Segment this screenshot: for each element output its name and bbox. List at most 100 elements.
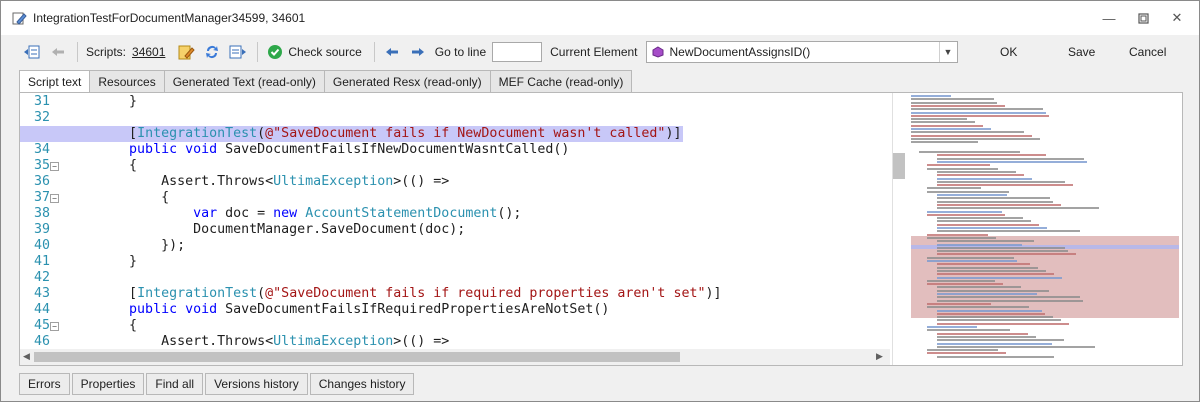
minimap-line — [927, 283, 1003, 286]
minimap-line — [927, 236, 996, 239]
toolbar-separator — [373, 42, 375, 62]
minimap-line — [937, 250, 1068, 253]
tab-generated-resx[interactable]: Generated Resx (read-only) — [323, 70, 491, 92]
next-arrow-icon[interactable] — [409, 43, 427, 61]
line-number: 42 — [33, 270, 50, 285]
collapse-panel-icon[interactable] — [23, 43, 41, 61]
minimap-line — [937, 266, 1038, 269]
scrollbar-thumb[interactable] — [34, 352, 680, 362]
tab-generated-text[interactable]: Generated Text (read-only) — [163, 70, 325, 92]
code-line[interactable]: 35− { — [20, 158, 890, 174]
scroll-left-icon[interactable]: ◀ — [23, 351, 30, 362]
tab-properties[interactable]: Properties — [71, 373, 145, 395]
code-line[interactable]: 36 Assert.Throws<UltimaException>(() => — [20, 174, 890, 190]
ok-button[interactable]: OK — [1000, 45, 1017, 59]
code-text: } — [129, 94, 138, 109]
code-line[interactable]: 46 Assert.Throws<UltimaException>(() => — [20, 334, 890, 349]
cancel-button[interactable]: Cancel — [1129, 45, 1166, 59]
fold-toggle-icon[interactable]: − — [50, 162, 59, 171]
code-line[interactable]: 31 } — [20, 94, 890, 110]
minimap-line — [911, 141, 978, 144]
line-number: 43 — [33, 286, 50, 301]
check-circle-icon[interactable] — [266, 43, 284, 61]
minimap-line — [919, 151, 1020, 154]
tab-resources[interactable]: Resources — [89, 70, 165, 92]
minimap-line — [927, 187, 981, 190]
minimap-line — [937, 200, 1053, 203]
minimap-line — [937, 355, 1054, 358]
minimap-line — [937, 207, 1099, 210]
code-editor[interactable]: 31 }3233 [IntegrationTest(@"SaveDocument… — [19, 92, 1183, 366]
tab-changes-history[interactable]: Changes history — [309, 373, 415, 395]
minimap-line — [911, 134, 1032, 137]
refresh-icon[interactable] — [203, 43, 221, 61]
code-minimap[interactable] — [892, 93, 1182, 365]
code-line[interactable]: 40 }); — [20, 238, 890, 254]
current-element-select[interactable]: NewDocumentAssignsID() ▼ — [645, 41, 958, 63]
maximize-button[interactable] — [1135, 10, 1151, 26]
tab-mef-cache[interactable]: MEF Cache (read-only) — [489, 70, 633, 92]
scripts-label: Scripts: — [86, 45, 127, 59]
minimap-line — [937, 332, 1028, 335]
tab-versions-history[interactable]: Versions history — [205, 373, 308, 395]
minimap-line — [937, 154, 1046, 157]
code-line[interactable]: 41 } — [20, 254, 890, 270]
code-line[interactable]: 42 — [20, 270, 890, 286]
chevron-down-icon[interactable]: ▼ — [938, 42, 957, 62]
line-number: 34 — [33, 142, 50, 157]
scroll-right-icon[interactable]: ▶ — [876, 351, 883, 362]
edit-script-icon — [11, 10, 27, 26]
method-gem-icon — [652, 46, 664, 58]
line-number: 31 — [33, 94, 50, 109]
minimap-line — [937, 217, 1023, 220]
back-arrow-icon[interactable] — [49, 43, 67, 61]
minimap-line — [937, 322, 1069, 325]
tab-script-text[interactable]: Script text — [19, 70, 91, 93]
open-window-icon[interactable] — [229, 43, 247, 61]
horizontal-scrollbar[interactable]: ◀ ▶ — [20, 349, 890, 365]
minimap-line — [937, 240, 1034, 243]
bottom-panel-tabs: Errors Properties Find all Versions hist… — [19, 373, 416, 395]
minimap-line — [911, 114, 1049, 117]
minimap-line — [927, 210, 1002, 213]
edit-document-icon[interactable] — [177, 43, 196, 61]
minimap-line — [927, 164, 990, 167]
editor-tabs: Script text Resources Generated Text (re… — [19, 70, 633, 93]
minimap-line — [937, 203, 1061, 206]
code-text: { — [161, 190, 170, 205]
save-button[interactable]: Save — [1068, 45, 1095, 59]
minimap-line — [937, 161, 1087, 163]
fold-toggle-icon[interactable]: − — [50, 322, 59, 331]
code-line[interactable]: 44 public void SaveDocumentFailsIfRequir… — [20, 302, 890, 318]
code-line[interactable]: 32 — [20, 110, 890, 126]
code-line[interactable]: 45− { — [20, 318, 890, 334]
previous-arrow-icon[interactable] — [383, 43, 401, 61]
code-area[interactable]: 31 }3233 [IntegrationTest(@"SaveDocument… — [20, 93, 890, 349]
tab-find-all[interactable]: Find all — [146, 373, 204, 395]
code-line[interactable]: 37− { — [20, 190, 890, 206]
toolbar-separator — [77, 42, 78, 62]
minimap-scroll-thumb[interactable] — [893, 153, 905, 179]
minimap-line — [937, 289, 1049, 292]
code-text: DocumentManager.SaveDocument(doc); — [193, 222, 466, 237]
minimap-line — [927, 213, 1005, 216]
tab-errors[interactable]: Errors — [19, 373, 70, 395]
code-text: public void SaveDocumentFailsIfNewDocume… — [129, 142, 570, 157]
code-line[interactable]: 43 [IntegrationTest(@"SaveDocument fails… — [20, 286, 890, 302]
code-line[interactable]: 33 [IntegrationTest(@"SaveDocument fails… — [20, 126, 890, 142]
code-line[interactable]: 38 var doc = new AccountStatementDocumen… — [20, 206, 890, 222]
close-button[interactable]: ✕ — [1169, 10, 1185, 26]
code-line[interactable]: 39 DocumentManager.SaveDocument(doc); — [20, 222, 890, 238]
minimap-line — [927, 279, 995, 282]
fold-toggle-icon[interactable]: − — [50, 194, 59, 203]
go-to-line-input[interactable] — [492, 42, 543, 62]
check-source-button[interactable]: Check source — [288, 45, 361, 59]
scripts-link[interactable]: 34601 — [132, 45, 165, 59]
minimap-line — [937, 286, 1021, 289]
minimap-line — [937, 223, 1039, 226]
code-line[interactable]: 34 public void SaveDocumentFailsIfNewDoc… — [20, 142, 890, 158]
line-number: 35 — [33, 158, 50, 173]
minimap-line — [937, 174, 1024, 177]
minimap-line — [937, 345, 1095, 348]
minimize-button[interactable]: — — [1101, 10, 1117, 26]
